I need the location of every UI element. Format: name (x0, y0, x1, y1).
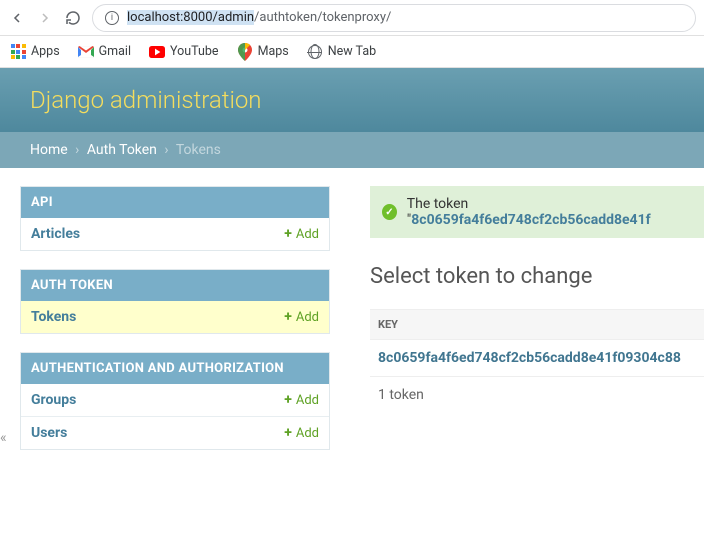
forward-button[interactable] (36, 9, 54, 27)
add-link-users[interactable]: + Add (284, 425, 319, 441)
success-token-link[interactable]: 8c0659fa4f6ed748cf2cb56cadd8e41f (411, 212, 650, 228)
bookmark-youtube-label: YouTube (170, 44, 219, 59)
module-auth-token: AUTH TOKEN Tokens + Add (20, 269, 330, 334)
plus-icon: + (284, 425, 292, 441)
bookmark-gmail[interactable]: Gmail (78, 44, 131, 60)
admin-sidebar: API Articles + Add AUTH TOKEN Tokens + Add… (0, 168, 330, 450)
maps-icon (237, 44, 253, 60)
add-link-tokens[interactable]: + Add (284, 309, 319, 325)
breadcrumb-separator: › (75, 142, 79, 158)
model-link-groups[interactable]: Groups (31, 392, 76, 408)
success-message: ✓ The token "8c0659fa4f6ed748cf2cb56cadd… (370, 186, 704, 238)
sidebar-collapse-handle[interactable]: « (0, 430, 7, 446)
plus-icon: + (284, 309, 292, 325)
youtube-icon (149, 44, 165, 60)
add-label: Add (296, 227, 319, 242)
result-count: 1 token (370, 376, 704, 403)
bookmark-gmail-label: Gmail (99, 44, 131, 59)
add-link-groups[interactable]: + Add (284, 392, 319, 408)
model-link-tokens[interactable]: Tokens (31, 309, 76, 325)
module-auth: AUTHENTICATION AND AUTHORIZATION Groups … (20, 352, 330, 450)
add-label: Add (296, 310, 319, 325)
token-row-link[interactable]: 8c0659fa4f6ed748cf2cb56cadd8e41f09304c88 (378, 350, 681, 366)
module-api-caption: API (21, 187, 329, 218)
module-api: API Articles + Add (20, 186, 330, 251)
breadcrumb: Home › Auth Token › Tokens (0, 132, 704, 168)
django-admin-header: Django administration (0, 68, 704, 132)
sidebar-row-groups: Groups + Add (21, 384, 329, 416)
url-text: localhost:8000/admin/authtoken/tokenprox… (127, 10, 391, 25)
bookmark-apps-label: Apps (31, 44, 60, 59)
add-label: Add (296, 393, 319, 408)
breadcrumb-separator: › (164, 142, 168, 158)
bookmark-maps-label: Maps (258, 44, 289, 59)
plus-icon: + (284, 392, 292, 408)
site-title[interactable]: Django administration (30, 86, 674, 114)
plus-icon: + (284, 226, 292, 242)
bookmark-new-tab[interactable]: New Tab (307, 44, 376, 60)
bookmarks-bar: Apps Gmail YouTube Maps New Tab (0, 36, 704, 68)
url-highlighted: localhost:8000/admin (127, 10, 254, 25)
breadcrumb-auth-token[interactable]: Auth Token (87, 142, 157, 158)
model-link-articles[interactable]: Articles (31, 226, 80, 242)
bookmark-apps[interactable]: Apps (10, 44, 60, 60)
browser-toolbar: i localhost:8000/admin/authtoken/tokenpr… (0, 0, 704, 36)
check-icon: ✓ (382, 204, 397, 220)
breadcrumb-home[interactable]: Home (30, 142, 68, 158)
gmail-icon (78, 44, 94, 60)
table-header-key[interactable]: KEY (370, 309, 704, 340)
breadcrumb-current: Tokens (176, 142, 221, 158)
sidebar-row-tokens: Tokens + Add (21, 301, 329, 333)
module-auth-caption: AUTHENTICATION AND AUTHORIZATION (21, 353, 329, 384)
module-auth-token-caption: AUTH TOKEN (21, 270, 329, 301)
page-title: Select token to change (370, 264, 704, 289)
bookmark-maps[interactable]: Maps (237, 44, 289, 60)
url-path: /authtoken/tokenproxy/ (254, 10, 391, 25)
back-button[interactable] (8, 9, 26, 27)
reload-button[interactable] (64, 9, 82, 27)
main-content: ✓ The token "8c0659fa4f6ed748cf2cb56cadd… (330, 168, 704, 450)
add-label: Add (296, 426, 319, 441)
sidebar-row-articles: Articles + Add (21, 218, 329, 250)
globe-icon (307, 44, 323, 60)
model-link-users[interactable]: Users (31, 425, 67, 441)
table-row: 8c0659fa4f6ed748cf2cb56cadd8e41f09304c88 (370, 340, 704, 376)
site-info-icon[interactable]: i (105, 11, 119, 25)
bookmark-new-tab-label: New Tab (328, 44, 376, 59)
url-bar[interactable]: i localhost:8000/admin/authtoken/tokenpr… (92, 4, 696, 32)
sidebar-row-users: Users + Add (21, 416, 329, 449)
success-text: The token "8c0659fa4f6ed748cf2cb56cadd8e… (407, 196, 692, 228)
bookmark-youtube[interactable]: YouTube (149, 44, 219, 60)
add-link-articles[interactable]: + Add (284, 226, 319, 242)
apps-icon (10, 44, 26, 60)
